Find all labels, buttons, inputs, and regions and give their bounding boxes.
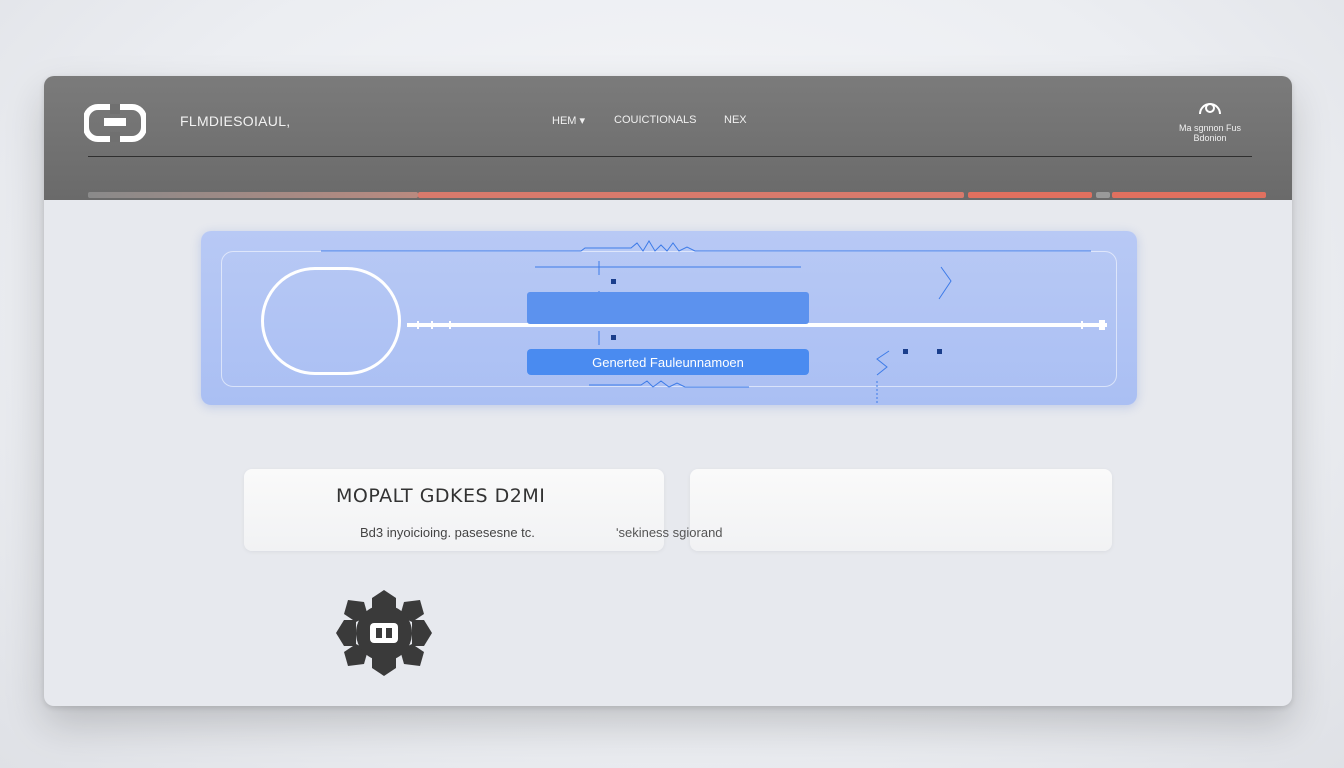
gear-icon[interactable]	[334, 588, 434, 678]
hero-panel: Generted Fauleunnamoen	[201, 231, 1137, 405]
progress-segment	[1112, 192, 1266, 198]
brand-name: FLMDIESOIAUL,	[180, 113, 291, 129]
nav-item-collections[interactable]: COUICTIONALS	[614, 114, 697, 126]
info-card-secondary[interactable]	[690, 469, 1112, 551]
user-icon	[1199, 103, 1221, 115]
account-role: Bdonion	[1193, 133, 1227, 143]
header-bar: FLMDIESOIAUL, HEM ▾ COUICTIONALS NEX Ma …	[44, 76, 1292, 200]
account-menu[interactable]: Ma sgnnon Fus Bdonion	[1170, 96, 1250, 143]
progress-track	[88, 192, 1266, 198]
nav-item-home[interactable]: HEM ▾	[552, 114, 585, 127]
input-bar[interactable]	[527, 292, 809, 324]
card-subtitle: Bd3 inyoicioing. pasesesne tc.	[360, 525, 535, 540]
progress-segment	[968, 192, 1092, 198]
account-name: Ma sgnnon Fus	[1178, 123, 1242, 133]
app-window: FLMDIESOIAUL, HEM ▾ COUICTIONALS NEX Ma …	[44, 76, 1292, 706]
progress-segment	[1096, 192, 1110, 198]
card-title: MOPALT GDKES D2MI	[336, 485, 546, 507]
link-logo-icon[interactable]	[84, 104, 146, 142]
nav-item-next[interactable]: NEX	[724, 114, 747, 126]
progress-segment	[88, 192, 418, 198]
info-card[interactable]: MOPALT GDKES D2MI Bd3 inyoicioing. pases…	[244, 469, 664, 551]
progress-segment	[418, 192, 964, 198]
card-secondary-subtitle: ʹsekiness sgiorand	[616, 525, 723, 540]
capsule-graphic	[261, 267, 401, 375]
header-divider	[88, 156, 1252, 157]
generate-button[interactable]: Generted Fauleunnamoen	[527, 349, 809, 375]
